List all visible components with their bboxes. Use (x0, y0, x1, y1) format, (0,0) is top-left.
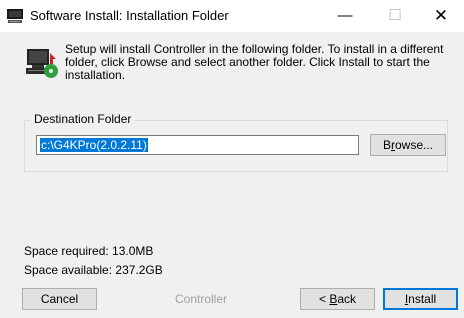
title-bar[interactable]: Software Install: Installation Folder — … (0, 0, 464, 32)
install-computer-icon (26, 49, 58, 78)
install-button[interactable]: Install (383, 288, 458, 310)
minimize-button[interactable]: — (322, 0, 368, 32)
maximize-button[interactable]: ☐ (372, 0, 418, 32)
destination-path-input[interactable]: c:\G4KPro(2.0.2.11) (36, 135, 359, 155)
computer-icon (7, 9, 23, 23)
window-title: Software Install: Installation Folder (30, 8, 229, 23)
destination-path-value: c:\G4KPro(2.0.2.11) (40, 138, 148, 152)
space-required: Space required: 13.0MB (24, 244, 154, 258)
browse-label-prefix: B (382, 138, 391, 152)
install-label-suffix: nstall (408, 292, 437, 306)
destination-folder-label: Destination Folder (31, 112, 135, 126)
close-button[interactable]: ✕ (418, 0, 464, 32)
browse-label-suffix: owse... (395, 138, 434, 152)
cancel-button[interactable]: Cancel (22, 288, 97, 310)
installer-window: Software Install: Installation Folder — … (0, 0, 464, 318)
branding-text: Controller (175, 292, 228, 306)
back-label-prefix: < (318, 292, 330, 306)
browse-button[interactable]: Browse... (370, 134, 446, 156)
intro-text: Setup will install Controller in the fol… (65, 42, 444, 82)
back-label-suffix: ack (337, 292, 357, 306)
space-available: Space available: 237.2GB (24, 263, 163, 277)
back-button[interactable]: < Back (300, 288, 375, 310)
